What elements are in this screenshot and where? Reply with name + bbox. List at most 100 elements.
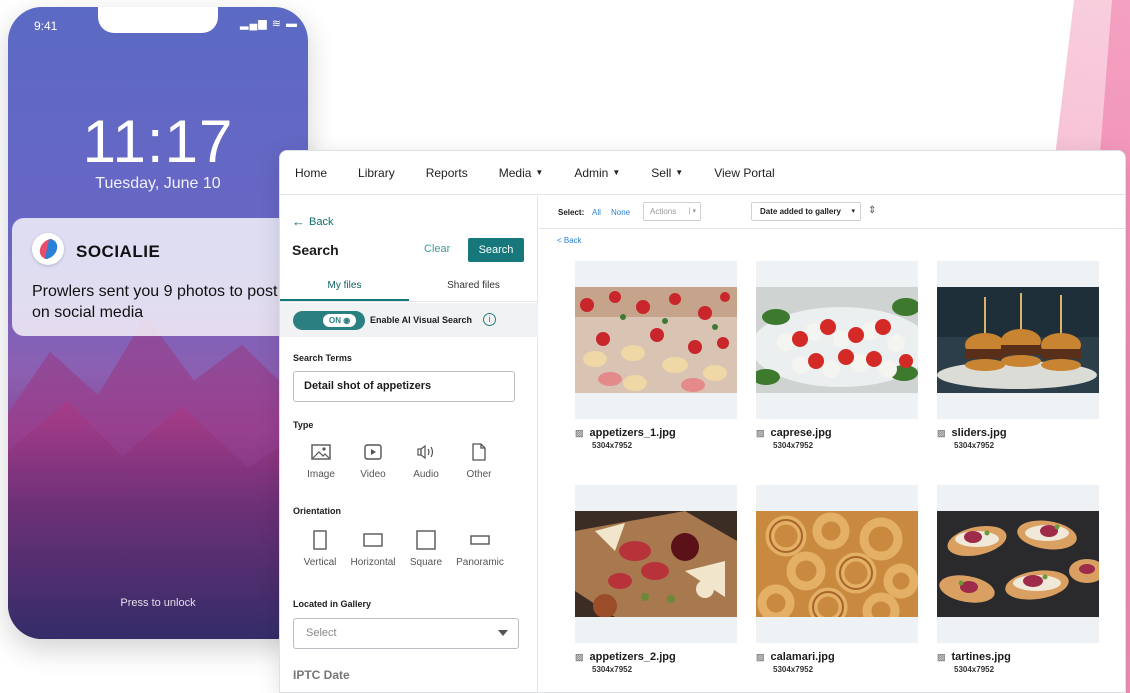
unlock-hint: Press to unlock	[120, 597, 196, 609]
search-terms-label: Search Terms	[293, 353, 352, 363]
thumbnail-appetizers-2	[575, 511, 737, 617]
file-card[interactable]: ▨ caprese.jpg 5304x7952	[756, 261, 918, 450]
nav-sell[interactable]: Sell ▼	[651, 166, 683, 180]
file-dimensions: 5304x7952	[773, 665, 814, 674]
file-dimensions: 5304x7952	[954, 665, 995, 674]
sort-order-icon[interactable]: ⇕	[868, 205, 876, 216]
file-card[interactable]: ▨ sliders.jpg 5304x7952	[937, 261, 1099, 450]
thumbnail-appetizers-1	[575, 287, 737, 393]
type-video-option[interactable]: Video	[353, 441, 393, 480]
tab-my-files[interactable]: My files	[280, 272, 409, 301]
file-dimensions: 5304x7952	[592, 441, 633, 450]
file-name: caprese.jpg	[770, 427, 832, 439]
caret-down-icon: ▼	[675, 168, 684, 177]
image-icon	[301, 441, 341, 463]
file-dimensions: 5304x7952	[592, 665, 633, 674]
thumbnail-tartines	[937, 511, 1099, 617]
nav-admin[interactable]: Admin ▼	[574, 166, 620, 180]
file-name: sliders.jpg	[951, 427, 1007, 439]
type-image-option[interactable]: Image	[301, 441, 341, 480]
orientation-vertical-option[interactable]: Vertical	[299, 529, 341, 568]
type-other-option[interactable]: Other	[459, 441, 499, 480]
caret-down-icon: | ▾	[688, 208, 696, 215]
notification-message: Prowlers sent you 9 photos to post on so…	[32, 283, 278, 321]
notification-app-name: SOCIALIE	[76, 242, 161, 261]
image-file-icon: ▨	[575, 651, 584, 662]
gallery-toolbar: Select: All None Actions | ▾ Date added t…	[539, 196, 1125, 229]
panel-title: Search	[292, 242, 339, 258]
file-name: calamari.jpg	[770, 651, 835, 663]
ai-search-row: ON ◉ Enable AI Visual Search i	[280, 303, 538, 337]
orientation-horizontal-option[interactable]: Horizontal	[347, 529, 399, 568]
file-card[interactable]: ▨ calamari.jpg 5304x7952	[756, 485, 918, 674]
file-dimensions: 5304x7952	[773, 441, 814, 450]
image-file-icon: ▨	[575, 427, 584, 438]
file-name: tartines.jpg	[951, 651, 1011, 663]
file-name: appetizers_2.jpg	[589, 651, 676, 663]
file-card[interactable]: ▨ appetizers_2.jpg 5304x7952	[575, 485, 737, 674]
info-icon[interactable]: i	[483, 313, 496, 326]
sort-dropdown[interactable]: Date added to gallery ▾	[751, 202, 861, 221]
orientation-square-option[interactable]: Square	[406, 529, 446, 568]
caret-down-icon: ▼	[612, 168, 621, 177]
ai-search-label: Enable AI Visual Search	[370, 315, 473, 325]
lock-clock: 11:17	[82, 108, 234, 175]
select-label: Select:	[558, 208, 585, 217]
nav-reports[interactable]: Reports	[426, 166, 468, 180]
clear-button[interactable]: Clear	[424, 243, 450, 255]
search-panel: ← Back Search Clear Search My files Share…	[280, 196, 538, 692]
vertical-rect-icon	[299, 529, 341, 551]
nav-media[interactable]: Media ▼	[499, 166, 544, 180]
socialie-logo-icon	[32, 233, 64, 265]
status-icons: ▂▄▆ ≋ ▬	[240, 18, 299, 30]
panoramic-rect-icon	[452, 529, 508, 551]
tab-shared-files[interactable]: Shared files	[409, 272, 538, 301]
iptc-date-label: IPTC Date	[293, 668, 350, 682]
gallery-label: Located in Gallery	[293, 599, 372, 609]
file-dimensions: 5304x7952	[954, 441, 995, 450]
video-icon	[353, 441, 393, 463]
gallery-panel: Select: All None Actions | ▾ Date added t…	[539, 196, 1125, 692]
arrow-left-icon: ←	[292, 214, 305, 229]
orientation-label: Orientation	[293, 506, 342, 516]
media-app-window: Home Library Reports Media ▼ Admin ▼ Sell ▼…	[279, 150, 1126, 693]
thumbnail-caprese	[756, 287, 918, 393]
type-audio-option[interactable]: Audio	[406, 441, 446, 480]
ai-search-toggle[interactable]: ON ◉	[293, 311, 365, 330]
nav-home[interactable]: Home	[295, 166, 327, 180]
push-notification[interactable]: SOCIALIE Prowlers sent you 9 photos to p…	[12, 218, 312, 336]
type-label: Type	[293, 420, 314, 430]
image-file-icon: ▨	[937, 651, 946, 662]
file-tabs: My files Shared files	[280, 272, 538, 302]
square-icon	[406, 529, 446, 551]
gallery-back-link[interactable]: < Back	[557, 236, 582, 245]
search-button[interactable]: Search	[468, 238, 524, 262]
image-file-icon: ▨	[756, 427, 765, 438]
select-none-link[interactable]: None	[611, 208, 630, 217]
dropdown-caret-icon	[498, 630, 508, 636]
top-navigation: Home Library Reports Media ▼ Admin ▼ Sell ▼…	[280, 151, 1125, 195]
toggle-state: ON ◉	[323, 314, 357, 327]
caret-down-icon: ▾	[851, 208, 855, 215]
nav-library[interactable]: Library	[358, 166, 395, 180]
caret-down-icon: ▼	[535, 168, 544, 177]
search-terms-input[interactable]: Detail shot of appetizers	[293, 371, 515, 402]
file-name: appetizers_1.jpg	[589, 427, 676, 439]
file-icon	[459, 441, 499, 463]
back-link[interactable]: ← Back	[292, 214, 333, 229]
lock-date: Tuesday, June 10	[95, 175, 221, 192]
status-time: 9:41	[34, 19, 58, 33]
thumbnail-calamari	[756, 511, 918, 617]
file-card[interactable]: ▨ appetizers_1.jpg 5304x7952	[575, 261, 737, 450]
audio-icon	[406, 441, 446, 463]
file-card[interactable]: ▨ tartines.jpg 5304x7952	[937, 485, 1099, 674]
actions-dropdown[interactable]: Actions | ▾	[643, 202, 701, 221]
phone-notch	[98, 7, 218, 33]
image-file-icon: ▨	[937, 427, 946, 438]
eye-icon: ◉	[343, 316, 351, 325]
horizontal-rect-icon	[347, 529, 399, 551]
nav-view-portal[interactable]: View Portal	[714, 166, 774, 180]
orientation-panoramic-option[interactable]: Panoramic	[452, 529, 508, 568]
select-all-link[interactable]: All	[592, 208, 601, 217]
gallery-select[interactable]: Select	[293, 618, 519, 649]
